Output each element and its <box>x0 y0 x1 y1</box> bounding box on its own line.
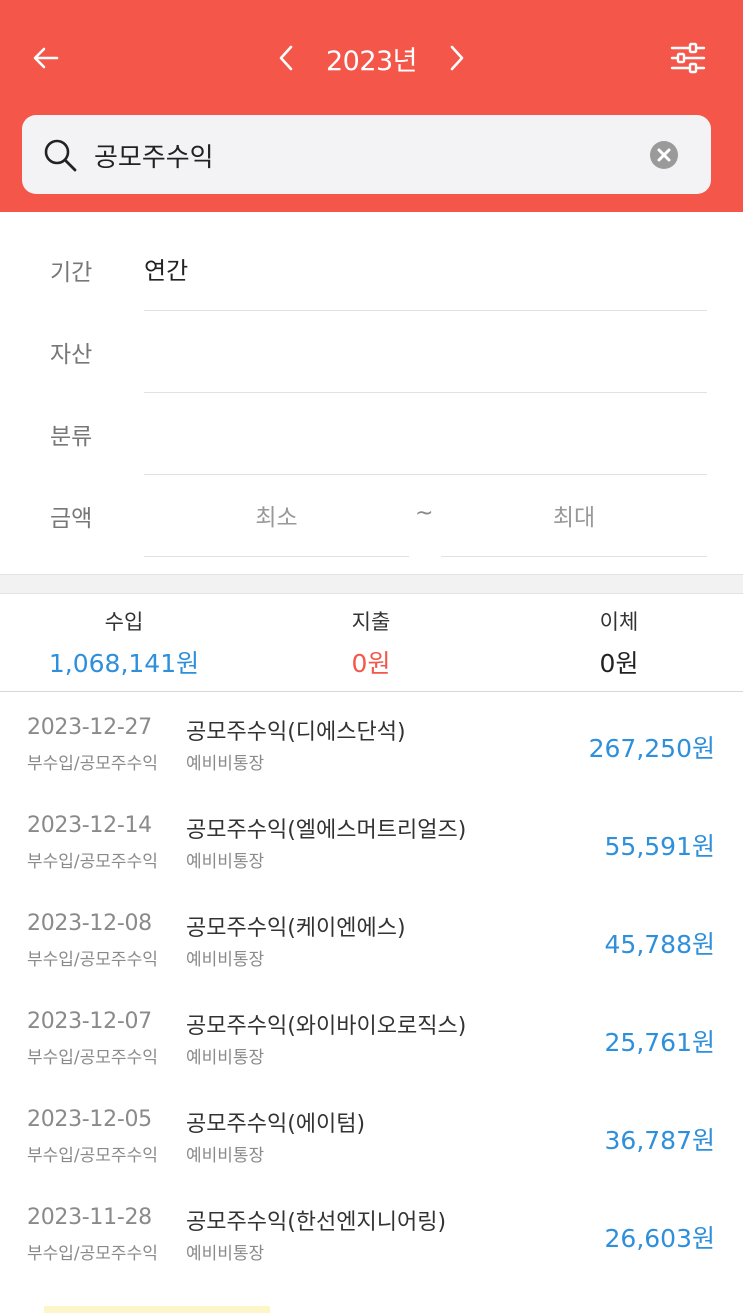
transaction-title: 공모주수익(엘에스머트리얼즈) <box>186 818 467 843</box>
next-year-button[interactable] <box>443 38 471 78</box>
amount-row: 금액 ~ <box>0 475 743 557</box>
transaction-row-partial[interactable] <box>0 1302 743 1313</box>
amount-min-wrap <box>144 475 409 557</box>
expense-summary[interactable]: 지출 0원 <box>271 606 471 680</box>
transaction-title: 공모주수익(한선엔지니어링) <box>186 1210 447 1235</box>
transaction-category: 부수입/공모주수익 <box>27 950 158 970</box>
transaction-category: 부수입/공모주수익 <box>27 1244 158 1264</box>
category-label: 분류 <box>50 424 93 450</box>
transaction-account: 예비비통장 <box>186 950 265 970</box>
period-field[interactable]: 연간 <box>144 229 707 311</box>
clear-search-icon[interactable] <box>648 139 680 171</box>
transaction-row[interactable]: 2023-12-27 부수입/공모주수익 공모주수익(디에스단석) 예비비통장 … <box>0 693 743 791</box>
transaction-amount: 26,603원 <box>604 1224 715 1253</box>
sliders-icon <box>670 42 706 74</box>
year-navigator: 2023년 <box>0 34 743 82</box>
expense-amount: 0원 <box>351 649 391 678</box>
transfer-amount: 0원 <box>599 649 639 678</box>
asset-field[interactable] <box>144 311 707 393</box>
highlight-strip <box>44 1306 270 1313</box>
amount-max-wrap <box>441 475 707 557</box>
amount-separator: ~ <box>415 501 434 526</box>
transaction-date: 2023-12-05 <box>27 1107 152 1132</box>
period-label: 기간 <box>50 260 93 286</box>
income-amount: 1,068,141원 <box>48 649 200 678</box>
transaction-amount: 25,761원 <box>604 1028 715 1057</box>
asset-row: 자산 <box>0 311 743 393</box>
transaction-account: 예비비통장 <box>186 1244 265 1264</box>
transaction-category: 부수입/공모주수익 <box>27 754 158 774</box>
transaction-date: 2023-12-14 <box>27 813 152 838</box>
asset-label: 자산 <box>50 342 93 368</box>
section-divider <box>0 574 743 594</box>
period-row: 기간 연간 <box>0 229 743 311</box>
transaction-date: 2023-12-08 <box>27 911 152 936</box>
amount-max-input[interactable] <box>441 475 707 557</box>
transaction-row[interactable]: 2023-11-28 부수입/공모주수익 공모주수익(한선엔지니어링) 예비비통… <box>0 1183 743 1281</box>
transaction-category: 부수입/공모주수익 <box>27 852 158 872</box>
transaction-title: 공모주수익(와이바이오로직스) <box>186 1014 467 1039</box>
transaction-date: 2023-12-07 <box>27 1009 152 1034</box>
transfer-label: 이체 <box>599 610 639 634</box>
transaction-date: 2023-12-27 <box>27 715 152 740</box>
income-label: 수입 <box>104 610 144 634</box>
search-icon <box>44 139 77 172</box>
transaction-account: 예비비통장 <box>186 852 265 872</box>
filter-settings-button[interactable] <box>668 38 708 78</box>
prev-year-button[interactable] <box>272 38 300 78</box>
chevron-left-icon <box>279 45 293 71</box>
filter-form: 기간 연간 자산 분류 금액 ~ <box>0 212 743 574</box>
search-input[interactable] <box>94 129 634 181</box>
period-value: 연간 <box>144 257 189 285</box>
transaction-amount: 55,591원 <box>604 832 715 861</box>
transaction-date: 2023-11-28 <box>27 1205 152 1230</box>
transfer-summary[interactable]: 이체 0원 <box>519 606 719 680</box>
transaction-account: 예비비통장 <box>186 754 265 774</box>
transaction-category: 부수입/공모주수익 <box>27 1048 158 1068</box>
transaction-row[interactable]: 2023-12-08 부수입/공모주수익 공모주수익(케이엔에스) 예비비통장 … <box>0 889 743 987</box>
transaction-list: 2023-12-27 부수입/공모주수익 공모주수익(디에스단석) 예비비통장 … <box>0 693 743 1281</box>
app-header: 2023년 <box>0 0 743 212</box>
transaction-amount: 36,787원 <box>604 1126 715 1155</box>
transaction-row[interactable]: 2023-12-07 부수입/공모주수익 공모주수익(와이바이오로직스) 예비비… <box>0 987 743 1085</box>
transaction-row[interactable]: 2023-12-05 부수입/공모주수익 공모주수익(에이텀) 예비비통장 36… <box>0 1085 743 1183</box>
amount-min-input[interactable] <box>144 475 409 557</box>
category-field[interactable] <box>144 393 707 475</box>
income-summary[interactable]: 수입 1,068,141원 <box>24 606 224 680</box>
transaction-amount: 267,250원 <box>588 734 715 763</box>
transaction-account: 예비비통장 <box>186 1048 265 1068</box>
summary-bar: 수입 1,068,141원 지출 0원 이체 0원 <box>0 594 743 692</box>
transaction-row[interactable]: 2023-12-14 부수입/공모주수익 공모주수익(엘에스머트리얼즈) 예비비… <box>0 791 743 889</box>
year-label[interactable]: 2023년 <box>326 39 418 78</box>
transaction-amount: 45,788원 <box>604 930 715 959</box>
transaction-title: 공모주수익(에이텀) <box>186 1112 366 1137</box>
amount-label: 금액 <box>50 506 93 532</box>
expense-label: 지출 <box>351 610 391 634</box>
transaction-category: 부수입/공모주수익 <box>27 1146 158 1166</box>
transaction-title: 공모주수익(디에스단석) <box>186 720 406 745</box>
chevron-right-icon <box>450 45 464 71</box>
transaction-title: 공모주수익(케이엔에스) <box>186 916 406 941</box>
back-button[interactable] <box>28 40 64 76</box>
search-bar <box>22 115 711 194</box>
transaction-account: 예비비통장 <box>186 1146 265 1166</box>
category-row: 분류 <box>0 393 743 475</box>
arrow-left-icon <box>33 47 59 69</box>
